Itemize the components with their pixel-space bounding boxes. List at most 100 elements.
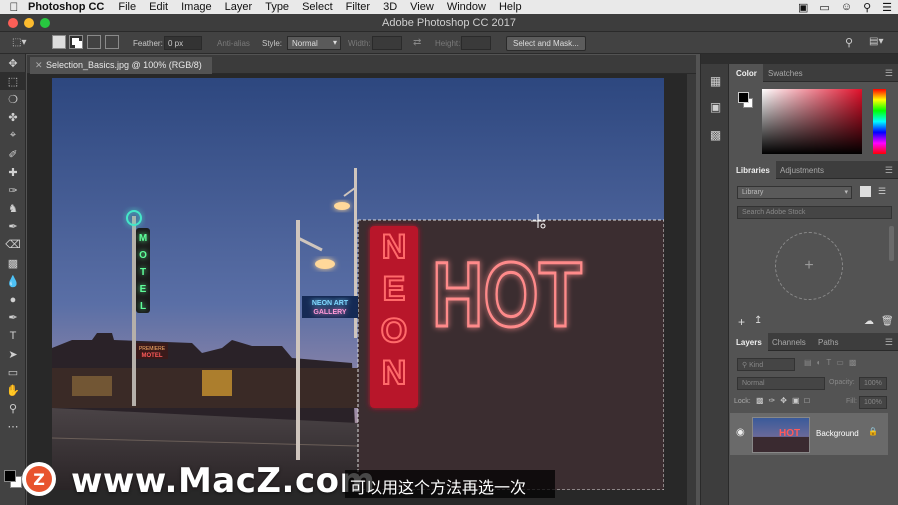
rectangular-marquee-tool-icon[interactable]: ⬚: [0, 72, 26, 91]
crop-tool-icon[interactable]: ⌖: [0, 127, 26, 145]
library-select[interactable]: Library ▾: [737, 186, 852, 199]
quick-selection-tool-icon[interactable]: ✤: [0, 109, 26, 127]
layer-name[interactable]: Background: [816, 429, 859, 438]
color-picker-field[interactable]: [762, 89, 862, 154]
workspace-icon[interactable]: ▤▾: [869, 36, 883, 47]
brush-tool-icon[interactable]: ✑: [0, 181, 26, 199]
tab-color[interactable]: Color: [730, 64, 763, 82]
lock-icon[interactable]: 🔒: [868, 427, 878, 436]
tab-paths[interactable]: Paths: [812, 333, 844, 351]
trash-icon[interactable]: 🗑: [881, 316, 894, 327]
menu-layer[interactable]: Layer: [225, 1, 253, 13]
blur-tool-icon[interactable]: 💧: [0, 272, 26, 290]
premiere-sign-line2: MOTEL: [142, 353, 163, 359]
lasso-tool-icon[interactable]: ❍: [0, 90, 26, 108]
add-library-dropzone[interactable]: +: [775, 232, 843, 300]
eyedropper-tool-icon[interactable]: ✐: [0, 145, 26, 163]
document-image[interactable]: N E O N HOT M O T E L NEON ART GALLERY P…: [52, 78, 664, 490]
tab-swatches[interactable]: Swatches: [762, 64, 809, 82]
menu-bar:  Photoshop CC File Edit Image Layer Typ…: [0, 0, 898, 14]
add-asset-icon[interactable]: +: [738, 315, 745, 329]
user-icon[interactable]: ☺: [841, 1, 852, 13]
layer-filter-icons[interactable]: ▤◐T▭▩: [804, 358, 861, 367]
menu-image[interactable]: Image: [181, 1, 212, 13]
style-select[interactable]: Normal ▾: [287, 36, 341, 50]
hue-slider[interactable]: [873, 89, 886, 154]
screen-record-icon[interactable]: ▣: [798, 1, 808, 14]
marquee-preset-icon[interactable]: ⬚▾: [12, 37, 26, 48]
layer-row-background[interactable]: ◉ HOT Background 🔒: [730, 413, 888, 455]
close-tab-icon[interactable]: ✕: [35, 60, 43, 71]
blend-mode-select[interactable]: Normal: [737, 377, 825, 390]
properties-panel-icon[interactable]: ▣: [708, 100, 723, 115]
menu-window[interactable]: Window: [447, 1, 486, 13]
height-input[interactable]: [461, 36, 491, 50]
lock-icons[interactable]: ▩✑✥▣□: [756, 396, 814, 405]
menu-view[interactable]: View: [410, 1, 434, 13]
eraser-tool-icon[interactable]: ⌫: [0, 236, 26, 254]
visibility-eye-icon[interactable]: ◉: [736, 427, 745, 438]
clone-stamp-tool-icon[interactable]: ♞: [0, 200, 26, 218]
add-selection-icon[interactable]: [69, 35, 83, 49]
panel-menu-icon[interactable]: ☰: [885, 337, 893, 348]
canvas-scrollbar[interactable]: [687, 74, 696, 505]
adjust-panel-icon[interactable]: ▩: [708, 128, 723, 143]
subtract-selection-icon[interactable]: [87, 35, 101, 49]
panel-menu-icon[interactable]: ☰: [885, 68, 893, 79]
panel-menu-icon[interactable]: ☰: [885, 165, 893, 176]
fill-input[interactable]: 100%: [859, 396, 887, 409]
feather-input[interactable]: 0 px: [164, 36, 202, 50]
upload-icon[interactable]: ↥: [754, 315, 762, 326]
menu-help[interactable]: Help: [499, 1, 522, 13]
tab-libraries[interactable]: Libraries: [730, 161, 776, 179]
menu-select[interactable]: Select: [302, 1, 333, 13]
color-panel-tabs: Color Swatches ☰: [730, 64, 898, 82]
tab-adjustments[interactable]: Adjustments: [774, 161, 830, 179]
libraries-scrollbar[interactable]: [889, 226, 894, 261]
document-tab[interactable]: ✕ Selection_Basics.jpg @ 100% (RGB/8): [30, 57, 212, 74]
menu-type[interactable]: Type: [265, 1, 289, 13]
display-icon[interactable]: ▭: [819, 1, 829, 14]
opacity-input[interactable]: 100%: [859, 377, 887, 390]
history-brush-tool-icon[interactable]: ✒: [0, 218, 26, 236]
new-selection-icon[interactable]: [52, 35, 66, 49]
stock-search-input[interactable]: Search Adobe Stock: [737, 206, 892, 219]
cloud-sync-icon[interactable]: ☁: [864, 316, 874, 327]
more-tools-icon[interactable]: ⋯: [0, 418, 26, 436]
menu-3d[interactable]: 3D: [383, 1, 397, 13]
type-tool-icon[interactable]: T: [0, 327, 26, 345]
move-tool-icon[interactable]: ✥: [0, 54, 26, 72]
tab-layers[interactable]: Layers: [730, 333, 768, 351]
menu-edit[interactable]: Edit: [149, 1, 168, 13]
path-selection-tool-icon[interactable]: ➤: [0, 345, 26, 363]
anti-alias-checkbox[interactable]: Anti-alias: [217, 39, 250, 48]
canvas-area[interactable]: N E O N HOT M O T E L NEON ART GALLERY P…: [27, 74, 696, 505]
apple-icon[interactable]: : [0, 0, 28, 14]
menu-app-name[interactable]: Photoshop CC: [28, 1, 104, 13]
select-and-mask-button[interactable]: Select and Mask...: [506, 36, 586, 51]
pen-tool-icon[interactable]: ✒: [0, 309, 26, 327]
zoom-tool-icon[interactable]: ⚲: [0, 400, 26, 418]
layer-kind-value: Kind: [749, 362, 764, 369]
color-foreground-swatch[interactable]: [738, 92, 749, 103]
neon-letter-e: E: [383, 270, 406, 308]
grid-view-icon[interactable]: [860, 186, 871, 197]
search-icon[interactable]: ⚲: [845, 36, 853, 49]
width-input[interactable]: [372, 36, 402, 50]
list-view-icon[interactable]: ☰: [878, 186, 886, 197]
layer-kind-filter[interactable]: ⚲ Kind: [737, 358, 795, 371]
rectangle-tool-icon[interactable]: ▭: [0, 363, 26, 381]
menu-file[interactable]: File: [118, 1, 136, 13]
foreground-color-swatch[interactable]: [4, 470, 16, 482]
gradient-tool-icon[interactable]: ▩: [0, 254, 26, 272]
swap-dimensions-icon[interactable]: ⇄: [413, 37, 421, 48]
hand-tool-icon[interactable]: ✋: [0, 381, 26, 399]
menu-filter[interactable]: Filter: [346, 1, 370, 13]
tab-channels[interactable]: Channels: [766, 333, 812, 351]
notification-icon[interactable]: ☰: [882, 1, 892, 14]
dodge-tool-icon[interactable]: ●: [0, 290, 26, 308]
spotlight-icon[interactable]: ⚲: [863, 1, 871, 14]
intersect-selection-icon[interactable]: [105, 35, 119, 49]
healing-brush-tool-icon[interactable]: ✚: [0, 163, 26, 181]
history-panel-icon[interactable]: ▦: [708, 74, 723, 89]
